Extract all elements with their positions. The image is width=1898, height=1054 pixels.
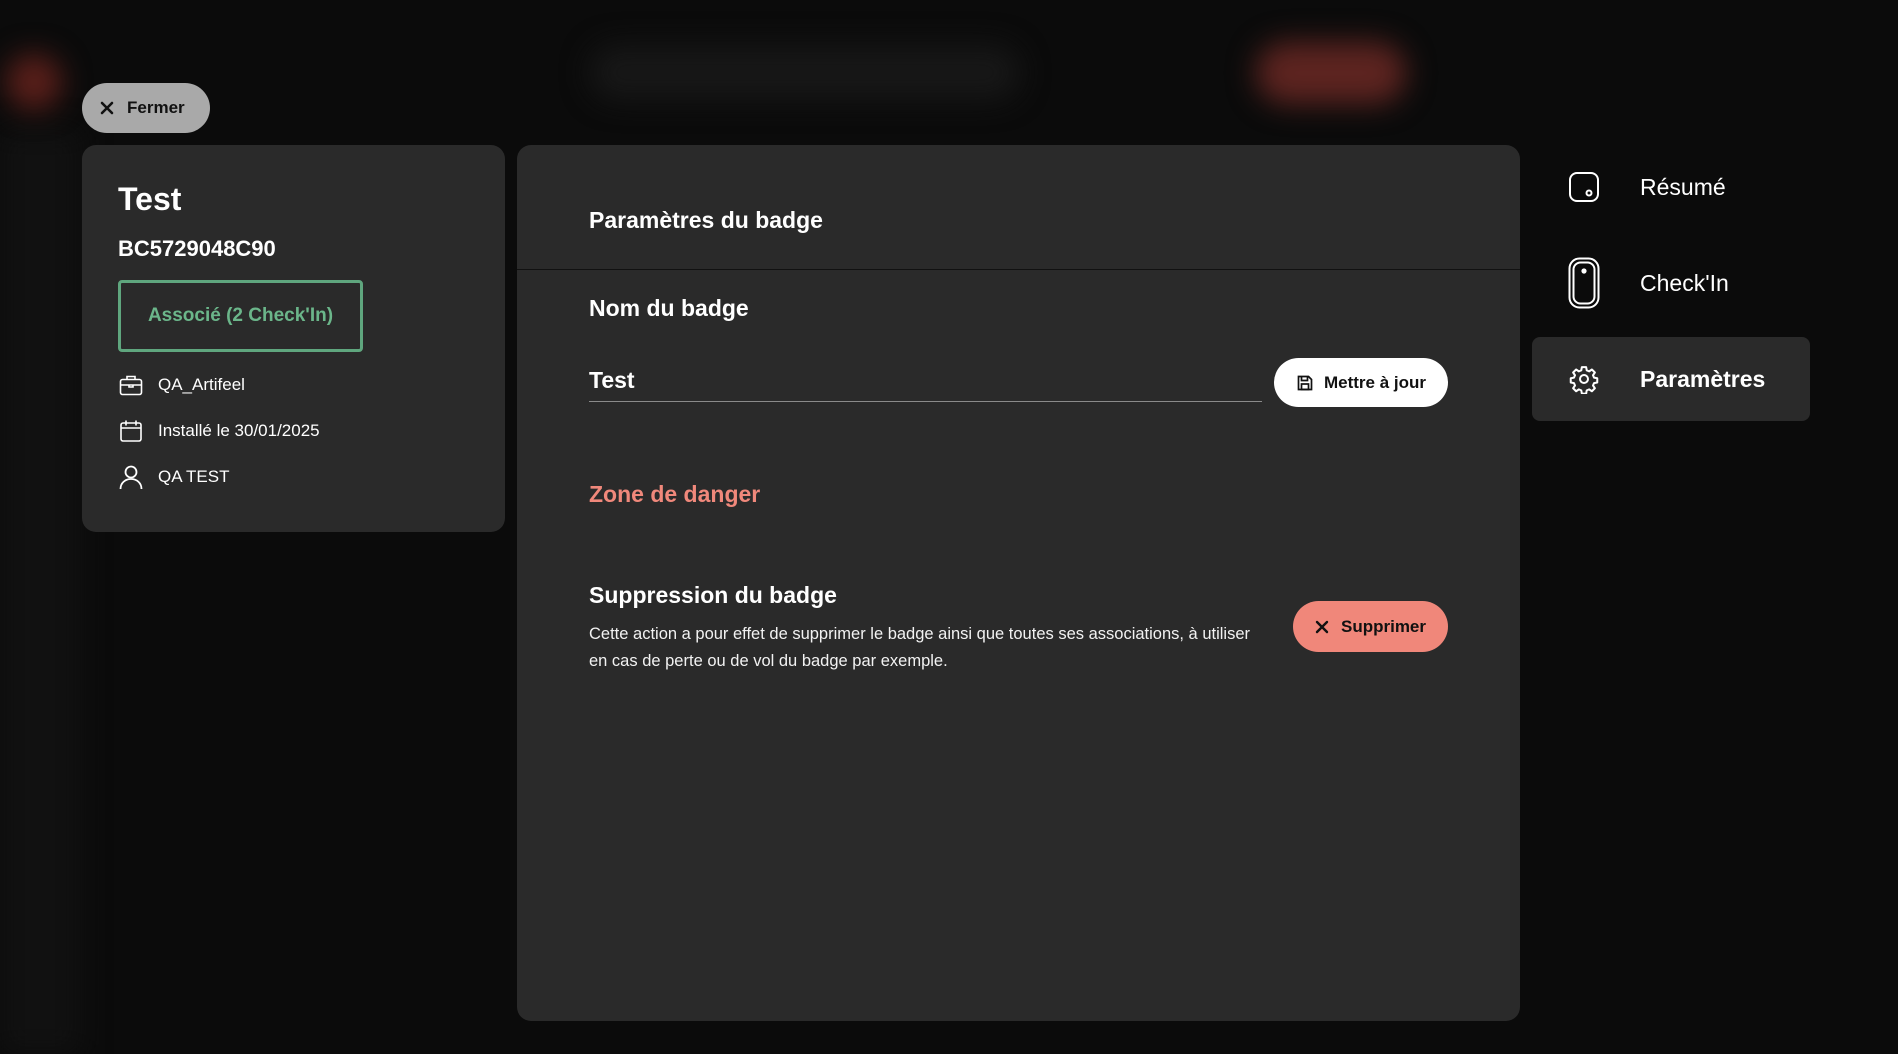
nav-summary-label: Résumé: [1640, 173, 1726, 200]
badge-info-card: Test BC5729048C90 Associé (2 Check'In) Q…: [82, 145, 505, 532]
install-date: Installé le 30/01/2025: [158, 421, 320, 440]
user-name: QA TEST: [158, 467, 230, 486]
danger-zone-title: Zone de danger: [589, 481, 761, 507]
user-row: QA TEST: [118, 464, 469, 490]
badge-name-input[interactable]: [589, 360, 1262, 402]
company-name: QA_Artifeel: [158, 375, 245, 394]
delete-label: Supprimer: [1340, 616, 1427, 636]
checkin-device-icon: [1568, 257, 1600, 309]
save-icon: [1297, 375, 1313, 390]
status-badge: Associé (2 Check'In): [118, 280, 363, 352]
badge-icon: [1568, 161, 1600, 213]
install-date-row: Installé le 30/01/2025: [118, 418, 469, 444]
nav-settings-label: Paramètres: [1640, 365, 1766, 392]
nav-item-summary[interactable]: Résumé: [1532, 145, 1810, 229]
settings-panel: Paramètres du badge Nom du badge Mettre …: [517, 145, 1520, 1021]
company-row: QA_Artifeel: [118, 372, 469, 398]
nav-item-settings[interactable]: Paramètres: [1532, 337, 1810, 421]
delete-button[interactable]: Supprimer: [1293, 601, 1448, 652]
briefcase-icon: [119, 375, 143, 396]
delete-section-title: Suppression du badge: [589, 582, 837, 608]
badge-title: Test: [118, 181, 182, 217]
delete-description: Cette action a pour effet de supprimer l…: [589, 625, 1250, 670]
update-button[interactable]: Mettre à jour: [1274, 358, 1448, 407]
close-icon: [100, 101, 114, 115]
calendar-icon: [120, 420, 142, 442]
badge-code: BC5729048C90: [118, 236, 276, 261]
close-button[interactable]: Fermer: [82, 83, 210, 133]
nav-item-checkin[interactable]: Check'In: [1532, 241, 1810, 325]
close-icon: [1315, 620, 1329, 633]
status-label: Associé (2 Check'In): [147, 305, 334, 326]
gear-icon: [1568, 353, 1600, 405]
close-label: Fermer: [127, 98, 185, 117]
user-icon: [119, 465, 143, 490]
update-label: Mettre à jour: [1323, 372, 1427, 392]
panel-title: Paramètres du badge: [589, 207, 823, 233]
badge-name-label: Nom du badge: [589, 295, 749, 321]
panel-header: Paramètres du badge: [517, 145, 1520, 270]
side-navigation: Résumé Check'In Paramètres: [1532, 145, 1810, 433]
nav-checkin-label: Check'In: [1640, 269, 1729, 296]
